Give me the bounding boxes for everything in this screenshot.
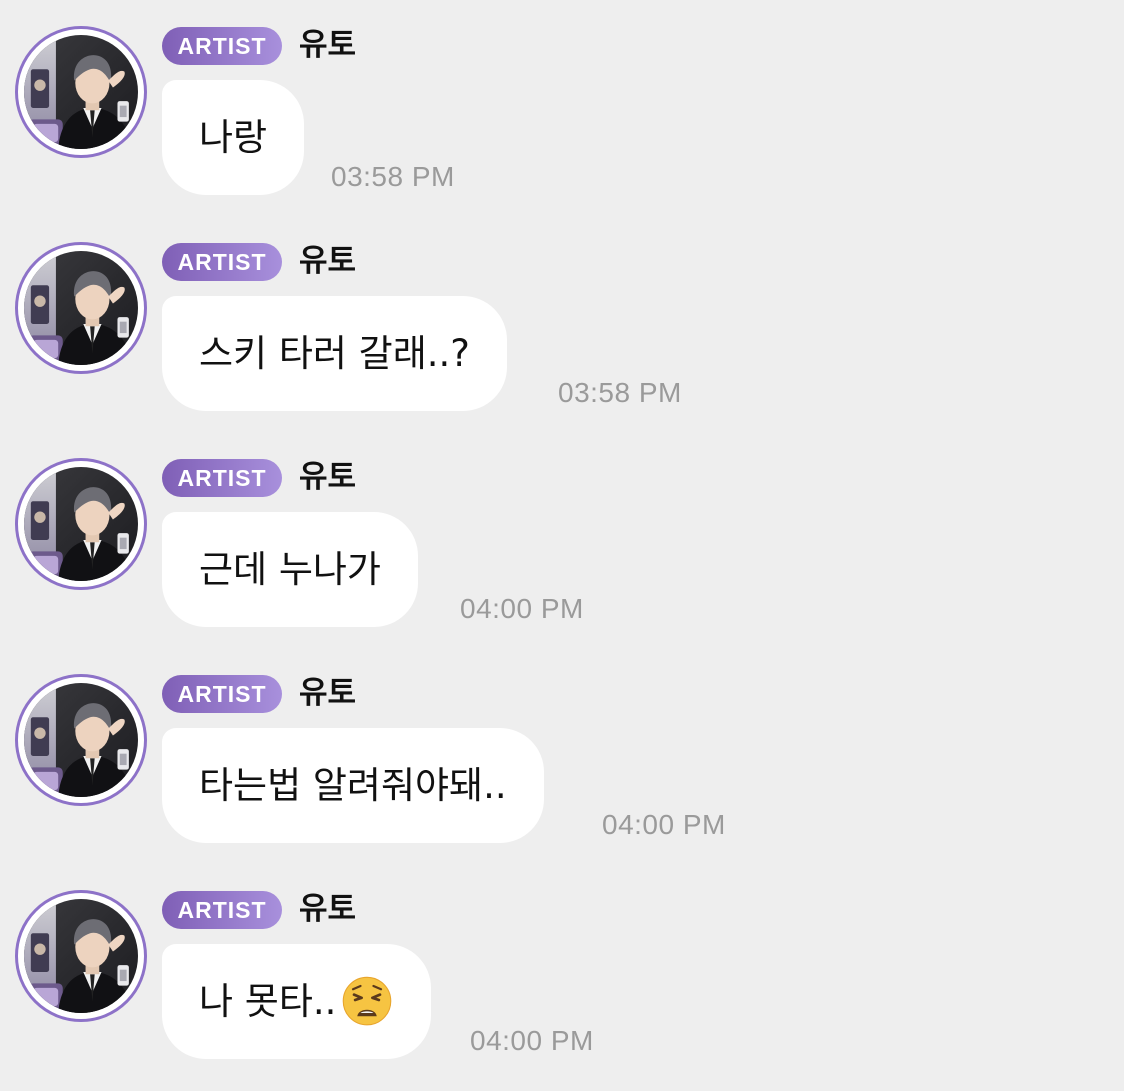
message-text: 나 못타.. (199, 980, 337, 1023)
message-bubble[interactable]: 타는법 알려줘야돼.. (162, 728, 544, 843)
avatar-photo (24, 35, 138, 149)
artist-badge: ARTIST (162, 891, 282, 929)
sender-name[interactable]: 유토 (299, 241, 356, 281)
avatar-photo (24, 467, 138, 581)
artist-badge: ARTIST (162, 27, 282, 65)
sender-name[interactable]: 유토 (299, 673, 356, 713)
chat-feed: ARTIST 유토 나랑 03:58 PM ARTIST 유토 스키 타러 갈래… (0, 0, 1124, 1091)
artist-avatar[interactable] (15, 26, 147, 158)
artist-badge: ARTIST (162, 243, 282, 281)
artist-avatar[interactable] (15, 458, 147, 590)
avatar-photo (24, 899, 138, 1013)
artist-avatar[interactable] (15, 890, 147, 1022)
artist-avatar[interactable] (15, 674, 147, 806)
avatar-photo (24, 683, 138, 797)
message-timestamp: 04:00 PM (602, 809, 726, 840)
artist-badge: ARTIST (162, 459, 282, 497)
message-timestamp: 04:00 PM (460, 593, 584, 624)
message-timestamp: 03:58 PM (331, 161, 455, 192)
artist-avatar[interactable] (15, 242, 147, 374)
artist-badge: ARTIST (162, 675, 282, 713)
message-bubble[interactable]: 나랑 (162, 80, 305, 195)
message-text: 근데 누나가 (199, 548, 381, 591)
message-bubble[interactable]: 스키 타러 갈래..? (162, 296, 507, 411)
message-row: ARTIST 유토 타는법 알려줘야돼.. 04:00 PM (0, 648, 1124, 843)
message-text: 나랑 (199, 116, 268, 159)
sender-name[interactable]: 유토 (299, 889, 356, 929)
weary-face-icon (340, 973, 394, 1027)
message-bubble[interactable]: 나 못타.. (162, 944, 432, 1059)
message-row: ARTIST 유토 근데 누나가 04:00 PM (0, 432, 1124, 627)
message-row: ARTIST 유토 나랑 03:58 PM (0, 0, 1124, 195)
sender-name[interactable]: 유토 (299, 25, 356, 65)
sender-name[interactable]: 유토 (299, 457, 356, 497)
message-row: ARTIST 유토 나 못타.. 04:00 PM (0, 864, 1124, 1059)
message-text: 타는법 알려줘야돼.. (199, 764, 507, 807)
avatar-photo (24, 251, 138, 365)
message-timestamp: 04:00 PM (470, 1025, 594, 1056)
message-timestamp: 03:58 PM (558, 377, 682, 408)
message-bubble[interactable]: 근데 누나가 (162, 512, 418, 627)
message-row: ARTIST 유토 스키 타러 갈래..? 03:58 PM (0, 216, 1124, 411)
message-text: 스키 타러 갈래..? (199, 332, 470, 375)
